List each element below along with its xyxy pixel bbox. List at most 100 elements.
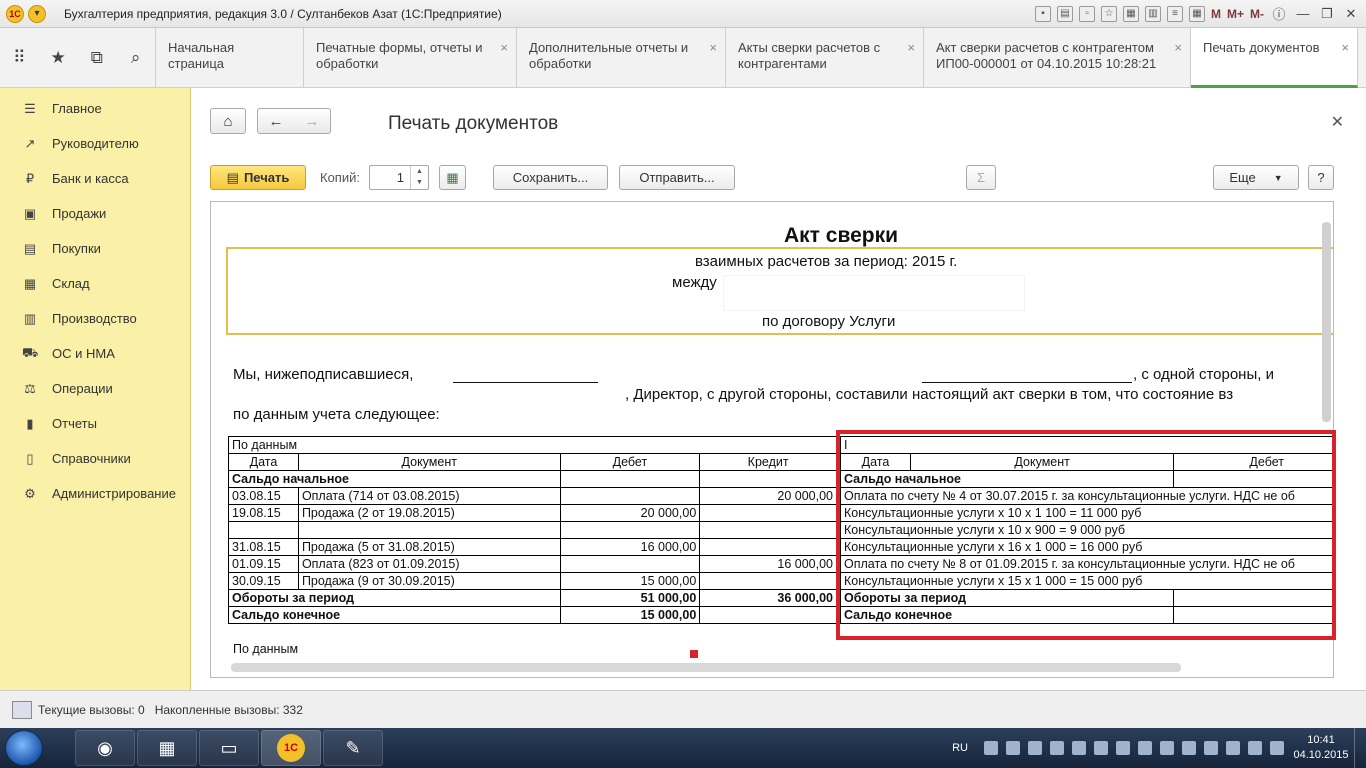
sidebar-item-bank[interactable]: ₽ Банк и касса <box>0 161 190 196</box>
memory-mplus-button[interactable]: M+ <box>1227 7 1244 21</box>
app-logo-icon[interactable]: 1С <box>6 4 24 23</box>
preview-icon[interactable]: ▫ <box>1078 5 1095 22</box>
sidebar-item-assets[interactable]: ⛟ ОС и НМА <box>0 336 190 371</box>
tray-display-icon[interactable] <box>1248 741 1262 755</box>
print-icon[interactable]: ▤ <box>1056 5 1073 22</box>
language-indicator[interactable]: RU <box>952 742 968 754</box>
tray-app-icon[interactable] <box>1204 741 1218 755</box>
apps-grid-icon[interactable]: ⠿ <box>5 48 33 68</box>
star-icon[interactable]: ★ <box>44 48 72 68</box>
main-menu-icon[interactable]: ▾ <box>28 4 46 23</box>
history-icon[interactable]: ⧉ <box>83 48 111 68</box>
close-icon[interactable]: × <box>907 40 915 56</box>
tray-app-icon[interactable] <box>1050 741 1064 755</box>
tab-reconciliation-acts[interactable]: Акты сверки расчетов с контрагентами × <box>726 28 924 88</box>
sidebar-item-main[interactable]: ☰ Главное <box>0 91 190 126</box>
more-button[interactable]: Еще ▼ <box>1213 165 1299 190</box>
red-marker <box>690 650 698 658</box>
sidebar-item-production[interactable]: ▥ Производство <box>0 301 190 336</box>
back-arrow-icon[interactable]: ← <box>269 113 284 130</box>
tray-flag-icon[interactable] <box>1116 741 1130 755</box>
tab-reconciliation-act-doc[interactable]: Акт сверки расчетов с контрагентом ИП00-… <box>924 28 1191 88</box>
sidebar-item-admin[interactable]: ⚙ Администрирование <box>0 476 190 511</box>
tray-app-icon[interactable] <box>1028 741 1042 755</box>
tray-network-icon[interactable] <box>1270 741 1284 755</box>
tray-app-icon[interactable] <box>1072 741 1086 755</box>
sidebar-item-manager[interactable]: ↗ Руководителю <box>0 126 190 161</box>
sidebar-item-operations[interactable]: ⚖ Операции <box>0 371 190 406</box>
sidebar-item-references[interactable]: ▯ Справочники <box>0 441 190 476</box>
tab-home[interactable]: Начальная страница <box>156 28 304 88</box>
help-button[interactable]: ? <box>1308 165 1334 190</box>
notes-icon[interactable]: ≡ <box>1166 5 1183 22</box>
1c-icon[interactable]: 1С <box>261 730 321 766</box>
save-button[interactable]: Сохранить... <box>493 165 608 190</box>
tray-network-icon[interactable] <box>1006 741 1020 755</box>
table-row: Консультационные услуги х 16 х 1 000 = 1… <box>840 538 1333 556</box>
sidebar-item-reports[interactable]: ▮ Отчеты <box>0 406 190 441</box>
minimize-button[interactable]: — <box>1294 6 1312 21</box>
horizontal-scrollbar[interactable] <box>231 663 1181 672</box>
sidebar-item-label: Операции <box>52 381 113 396</box>
tray-app-icon[interactable] <box>1182 741 1196 755</box>
table-row: Консультационные услуги х 10 х 900 = 9 0… <box>840 521 1333 539</box>
send-button[interactable]: Отправить... <box>619 165 735 190</box>
close-icon[interactable]: × <box>500 40 508 56</box>
volume-icon[interactable] <box>1226 741 1240 755</box>
close-window-button[interactable]: ✕ <box>1342 6 1360 22</box>
sidebar-item-sales[interactable]: ▣ Продажи <box>0 196 190 231</box>
chrome-icon[interactable]: ◉ <box>75 730 135 766</box>
edit-table-button[interactable]: ▦ <box>439 165 466 190</box>
search-icon[interactable]: ⌕ <box>122 48 150 68</box>
show-desktop-button[interactable] <box>1354 728 1366 768</box>
tab-print-documents[interactable]: Печать документов × <box>1191 28 1358 88</box>
bookmark-icon[interactable]: ▦ <box>1122 5 1139 22</box>
print-button[interactable]: ▤ Печать <box>210 165 306 190</box>
close-icon[interactable]: × <box>1341 40 1349 56</box>
sidebar-item-label: Главное <box>52 101 102 116</box>
sidebar-item-label: Администрирование <box>52 486 176 501</box>
cell-doc: Оплата (714 от 03.08.2015) <box>297 487 561 505</box>
vertical-scrollbar[interactable] <box>1322 222 1331 422</box>
forward-arrow-icon[interactable]: → <box>305 113 320 130</box>
save-icon[interactable]: ▪ <box>1034 5 1051 22</box>
server-calls-icon[interactable] <box>12 700 32 719</box>
tray-app-icon[interactable] <box>1138 741 1152 755</box>
gear-icon: ⚙ <box>24 485 36 501</box>
send-label: Отправить... <box>639 170 715 185</box>
left-table-header: По данным <box>228 436 837 454</box>
close-icon[interactable]: × <box>709 40 717 56</box>
stepper-arrows-icon[interactable]: ▲ ▼ <box>410 166 428 189</box>
start-button-icon[interactable] <box>5 730 43 766</box>
intro-text-1a: Мы, нижеподписавшиеся, <box>233 366 414 383</box>
calculator-icon[interactable]: ▦ <box>137 730 197 766</box>
memory-mminus-button[interactable]: M- <box>1250 7 1264 21</box>
home-button[interactable]: ⌂ <box>210 108 246 134</box>
sidebar-item-label: Банк и касса <box>52 171 129 186</box>
tray-app-icon[interactable] <box>1094 741 1108 755</box>
help-label: ? <box>1317 170 1325 185</box>
calculator-icon[interactable]: ▦ <box>1188 5 1205 22</box>
favorite-icon[interactable]: ☆ <box>1100 5 1117 22</box>
table-row: Консультационные услуги х 15 х 1 000 = 1… <box>840 572 1333 590</box>
sidebar-item-purchases[interactable]: ▤ Покупки <box>0 231 190 266</box>
document-subtitle: взаимных расчетов за период: 2015 г. <box>695 253 958 270</box>
document-preview[interactable]: Акт сверки взаимных расчетов за период: … <box>210 201 1334 678</box>
footer-text: По данным <box>233 642 299 656</box>
tab-print-forms[interactable]: Печатные формы, отчеты и обработки × <box>304 28 517 88</box>
copies-stepper[interactable]: 1 ▲ ▼ <box>369 165 429 190</box>
clock[interactable]: 10:41 04.10.2015 <box>1288 733 1354 763</box>
calendar-icon[interactable]: ▥ <box>1144 5 1161 22</box>
explorer-icon[interactable]: ▭ <box>199 730 259 766</box>
restore-button[interactable]: ❐ <box>1318 6 1336 22</box>
tray-keyboard-icon[interactable] <box>984 741 998 755</box>
tray-app-icon[interactable] <box>1160 741 1174 755</box>
sum-button[interactable]: Σ <box>966 165 996 190</box>
paint-icon[interactable]: ✎ <box>323 730 383 766</box>
close-form-icon[interactable]: ✕ <box>1331 112 1344 132</box>
close-icon[interactable]: × <box>1174 40 1182 56</box>
tab-additional-reports[interactable]: Дополнительные отчеты и обработки × <box>517 28 726 88</box>
sidebar-item-warehouse[interactable]: ▦ Склад <box>0 266 190 301</box>
memory-m-button[interactable]: M <box>1211 7 1221 21</box>
info-icon[interactable]: ⓘ <box>1270 4 1288 23</box>
